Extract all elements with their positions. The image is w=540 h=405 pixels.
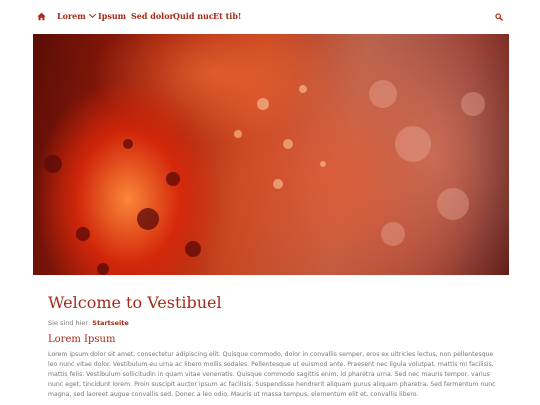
nav-item-label: Ipsum — [98, 11, 127, 21]
section-heading: Lorem Ipsum — [48, 334, 116, 345]
search-icon[interactable] — [495, 13, 503, 21]
chevron-down-icon — [88, 10, 96, 19]
nav-item-label: Quid nuc — [173, 11, 214, 21]
nav-item-et-tib[interactable]: Et tib! — [213, 10, 241, 22]
body-text: Lorem ipsum dolor sit amet, consectetur … — [48, 351, 496, 398]
breadcrumb-prefix: Sie sind hier: — [48, 319, 91, 327]
breadcrumb: Sie sind hier: Startseite — [48, 319, 129, 327]
hero-image — [33, 34, 509, 275]
nav-item-label: Et tib! — [213, 11, 242, 21]
lantern-pattern — [44, 80, 485, 275]
nav-item-label: Sed dolor — [131, 11, 174, 21]
nav-item-sed-dolor[interactable]: Sed dolor — [131, 10, 174, 22]
nav-item-ipsum[interactable]: Ipsum — [98, 10, 126, 22]
nav-item-quid-nuc[interactable]: Quid nuc — [173, 10, 214, 22]
home-icon[interactable] — [37, 12, 46, 21]
top-navigation: Lorem Ipsum Sed dolor Quid nuc Et tib! — [0, 0, 540, 34]
nav-item-label: Lorem — [57, 11, 86, 21]
breadcrumb-link-startseite[interactable]: Startseite — [92, 319, 129, 327]
page-title: Welcome to Vestibuel — [48, 293, 222, 312]
nav-item-lorem[interactable]: Lorem — [57, 10, 96, 22]
